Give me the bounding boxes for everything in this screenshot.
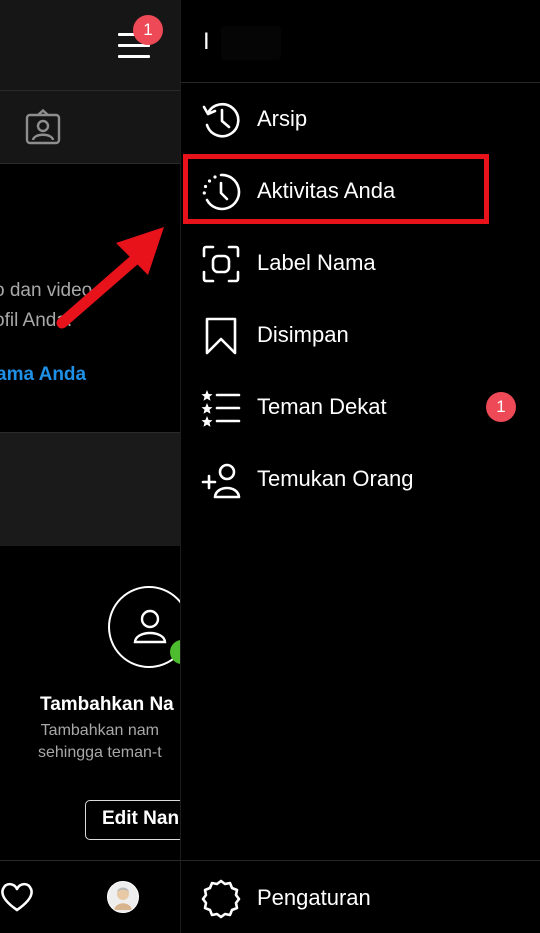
menu-item-disimpan[interactable]: Disimpan (181, 300, 540, 372)
menu-item-label-nama[interactable]: Label Nama (181, 228, 540, 300)
edit-name-button[interactable]: Edit Nan (85, 800, 180, 840)
person-icon (133, 609, 167, 644)
menu-item-arsip[interactable]: Arsip (181, 84, 540, 156)
drawer-footer: Pengaturan (181, 860, 540, 933)
drawer-header: I (181, 0, 540, 83)
suggestion-card-text-line1: Tambahkan nam (40, 722, 159, 739)
screen: 1 o dan video ofil Anda. ama Anda Tambah… (0, 0, 540, 933)
menu-item-pengaturan[interactable]: Pengaturan (181, 861, 540, 933)
settings-gear-icon (201, 879, 241, 919)
profile-avatar-image (108, 882, 138, 912)
suggestion-card-text: Tambahkan nam sehingga teman-t (38, 720, 162, 764)
annotation-arrow-icon (56, 227, 164, 329)
bookmark-icon (205, 317, 237, 355)
username-redaction (221, 26, 281, 60)
close-friends-icon (201, 390, 241, 427)
suggestion-card: Tambahkan Na Tambahkan nam sehingga tema… (0, 546, 180, 860)
profile-page-background: 1 o dan video ofil Anda. ama Anda Tambah… (0, 0, 180, 933)
menu-item-label: Disimpan (257, 322, 349, 347)
nametag-icon (202, 245, 240, 283)
empty-posts-link[interactable]: ama Anda (0, 364, 86, 386)
profile-divider-section (0, 432, 180, 547)
teman-dekat-badge: 1 (486, 392, 516, 422)
suggestion-card-title: Tambahkan Na (40, 694, 174, 715)
profile-avatar-thumb[interactable] (107, 881, 139, 913)
add-person-icon (201, 463, 241, 499)
tagged-photos-icon[interactable] (24, 109, 62, 147)
hamburger-notification-badge: 1 (133, 15, 163, 45)
menu-item-temukan-orang[interactable]: Temukan Orang (181, 444, 540, 516)
highlight-box (183, 154, 489, 224)
menu-item-label: Temukan Orang (257, 466, 414, 491)
profile-top-bar: 1 (0, 0, 180, 91)
menu-item-label: Arsip (257, 106, 308, 131)
add-name-avatar (108, 586, 180, 668)
menu-item-label: Pengaturan (257, 885, 371, 910)
menu-item-label: Teman Dekat (257, 394, 387, 419)
heart-icon[interactable] (0, 881, 34, 913)
profile-tabs (0, 91, 180, 164)
bottom-navigation (0, 860, 180, 933)
suggestion-card-text-line2: sehingga teman-t (38, 744, 162, 761)
drawer-username: I (203, 28, 210, 55)
archive-history-icon (202, 102, 240, 138)
menu-item-label: Label Nama (257, 250, 376, 275)
side-drawer-menu: I Arsip Aktivitas Anda Label Nama Disimp… (180, 0, 540, 933)
